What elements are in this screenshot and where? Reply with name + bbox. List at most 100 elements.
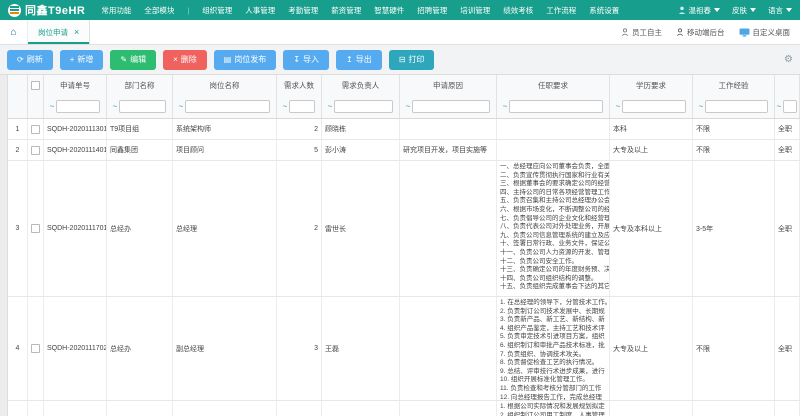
export-button[interactable]: ↥ 导出 bbox=[336, 50, 382, 70]
close-icon[interactable]: × bbox=[74, 27, 79, 37]
filter-education[interactable] bbox=[622, 100, 686, 113]
table-row[interactable]: 2 SQDH-2020111401 同鑫集团 项目顾问 5 彭小涛 研究项目开发… bbox=[8, 140, 800, 161]
header-headcount[interactable]: 需求人数 bbox=[277, 75, 322, 95]
filter-position[interactable] bbox=[185, 100, 270, 113]
table-row[interactable]: 1. 根据公司实际情况和发展规划拟定 2. 组织制订公司用工制度、人事管理 bbox=[8, 401, 800, 416]
cell-requirements: 1. 在总经理的领导下，分管技术工作。 2. 负责制订公司技术发展中、长期规 3… bbox=[497, 297, 610, 400]
cell-position: 总经理 bbox=[173, 161, 277, 296]
cell-position: 副总经理 bbox=[173, 297, 277, 400]
import-icon: ↧ bbox=[293, 55, 300, 64]
filter-dept[interactable] bbox=[119, 100, 166, 113]
menu-item-org[interactable]: 组织管理 bbox=[202, 5, 232, 16]
main-menu: 常用功能 全部模块 | 组织管理 人事管理 考勤管理 薪资管理 智慧硬件 招聘管… bbox=[101, 5, 619, 16]
menu-item-all-modules[interactable]: 全部模块 bbox=[144, 5, 174, 16]
publish-position-button[interactable]: ▤ 岗位发布 bbox=[214, 50, 277, 70]
logo-icon bbox=[8, 4, 21, 17]
add-button[interactable]: + 新增 bbox=[60, 50, 104, 70]
header-education[interactable]: 学历要求 bbox=[610, 75, 693, 95]
cell-headcount bbox=[277, 401, 322, 416]
filter-owner[interactable] bbox=[334, 100, 393, 113]
menu-item-performance[interactable]: 绩效考核 bbox=[503, 5, 533, 16]
cell-request-no bbox=[44, 401, 107, 416]
header-experience[interactable]: 工作经验 bbox=[693, 75, 775, 95]
position-request-table: 申请单号 部门名称 岗位名称 需求人数 需求负责人 申请原因 任职要求 学历要求… bbox=[0, 75, 800, 416]
print-button[interactable]: ⊟ 打印 bbox=[389, 50, 435, 70]
cell-headcount: 5 bbox=[277, 140, 322, 160]
filter-request-no[interactable] bbox=[56, 100, 100, 113]
tab-position-request[interactable]: 岗位申请 × bbox=[28, 20, 90, 44]
app-title: 同鑫T9eHR bbox=[25, 2, 85, 18]
cell-reason: 研究项目开发，项目实施等 bbox=[400, 140, 497, 160]
cell-experience: 不限 bbox=[693, 297, 775, 400]
refresh-button[interactable]: ⟳ 刷新 bbox=[7, 50, 53, 70]
header-checkbox bbox=[28, 75, 44, 95]
collapsed-sidebar-strip[interactable] bbox=[0, 75, 8, 416]
menu-item-training[interactable]: 培训管理 bbox=[460, 5, 490, 16]
menu-item-attendance[interactable]: 考勤管理 bbox=[288, 5, 318, 16]
chevron-down-icon bbox=[786, 8, 792, 12]
menu-divider: | bbox=[187, 6, 189, 15]
plus-icon: + bbox=[70, 55, 75, 64]
cell-owner bbox=[322, 401, 400, 416]
menu-item-smart-hardware[interactable]: 智慧硬件 bbox=[374, 5, 404, 16]
menu-item-settings[interactable]: 系统设置 bbox=[589, 5, 619, 16]
cell-position: 项目顾问 bbox=[173, 140, 277, 160]
filter-requirements[interactable] bbox=[509, 100, 603, 113]
table-row[interactable]: 3 SQDH-2020111701 总经办 总经理 2 雷世长 一、总经理应向公… bbox=[8, 161, 800, 297]
filter-experience[interactable] bbox=[705, 100, 768, 113]
cell-experience: 不限 bbox=[693, 119, 775, 139]
cell-dept bbox=[107, 401, 173, 416]
select-all-checkbox[interactable] bbox=[31, 81, 40, 90]
link-employee-self-service[interactable]: 员工自主 bbox=[621, 27, 662, 38]
user-menu[interactable]: 温祖春 bbox=[678, 5, 721, 16]
cell-education: 大专及以上 bbox=[610, 297, 693, 400]
language-menu[interactable]: 语言 bbox=[768, 5, 792, 16]
header-owner[interactable]: 需求负责人 bbox=[322, 75, 400, 95]
header-clipped bbox=[775, 75, 800, 95]
menu-item-workflow[interactable]: 工作流程 bbox=[546, 5, 576, 16]
home-tab[interactable]: ⌂ bbox=[0, 20, 28, 44]
filter-reason[interactable] bbox=[412, 100, 490, 113]
gear-icon[interactable]: ⚙ bbox=[784, 54, 793, 65]
cell-requirements bbox=[497, 140, 610, 160]
cell-experience: 不限 bbox=[693, 140, 775, 160]
row-checkbox[interactable] bbox=[31, 344, 40, 353]
header-position[interactable]: 岗位名称 bbox=[173, 75, 277, 95]
filter-headcount[interactable] bbox=[289, 100, 315, 113]
delete-button[interactable]: × 删除 bbox=[163, 50, 207, 70]
header-reason[interactable]: 申请原因 bbox=[400, 75, 497, 95]
cell-headcount: 3 bbox=[277, 297, 322, 400]
menu-item-recruit[interactable]: 招聘管理 bbox=[417, 5, 447, 16]
cell-job-type: 全职 bbox=[775, 119, 800, 139]
menu-item-common[interactable]: 常用功能 bbox=[101, 5, 131, 16]
row-checkbox[interactable] bbox=[31, 224, 40, 233]
link-custom-desktop[interactable]: 自定义桌面 bbox=[739, 27, 791, 38]
cell-request-no: SQDH-2020111401 bbox=[44, 140, 107, 160]
refresh-icon: ⟳ bbox=[17, 55, 24, 64]
skin-menu[interactable]: 皮肤 bbox=[732, 5, 756, 16]
header-rownum bbox=[8, 75, 28, 95]
cell-request-no: SQDH-2020111301 bbox=[44, 119, 107, 139]
cell-position: 系统架构师 bbox=[173, 119, 277, 139]
row-checkbox[interactable] bbox=[31, 146, 40, 155]
header-request-no[interactable]: 申请单号 bbox=[44, 75, 107, 95]
menu-item-salary[interactable]: 薪资管理 bbox=[331, 5, 361, 16]
table-row[interactable]: 1 SQDH-2020111301 T9项目组 系统架构师 2 顾晓栋 本科 不… bbox=[8, 119, 800, 140]
cell-education: 大专及本科以上 bbox=[610, 161, 693, 296]
app-logo: 同鑫T9eHR bbox=[8, 2, 85, 18]
table-row[interactable]: 4 SQDH-2020111702 总经办 副总经理 3 王磊 1. 在总经理的… bbox=[8, 297, 800, 401]
user-name: 温祖春 bbox=[689, 5, 712, 16]
link-mobile-backend[interactable]: 移动端后台 bbox=[676, 27, 725, 38]
cell-headcount: 2 bbox=[277, 119, 322, 139]
header-dept[interactable]: 部门名称 bbox=[107, 75, 173, 95]
cell-job-type bbox=[775, 401, 800, 416]
filter-clipped[interactable] bbox=[783, 100, 797, 113]
cell-dept: 总经办 bbox=[107, 297, 173, 400]
edit-button[interactable]: ✎ 编辑 bbox=[110, 50, 156, 70]
import-button[interactable]: ↧ 导入 bbox=[283, 50, 329, 70]
tab-bar: ⌂ 岗位申请 × 员工自主 移动端后台 自定义桌面 bbox=[0, 20, 800, 45]
header-requirements[interactable]: 任职要求 bbox=[497, 75, 610, 95]
menu-item-hr[interactable]: 人事管理 bbox=[245, 5, 275, 16]
cell-reason bbox=[400, 401, 497, 416]
row-checkbox[interactable] bbox=[31, 125, 40, 134]
